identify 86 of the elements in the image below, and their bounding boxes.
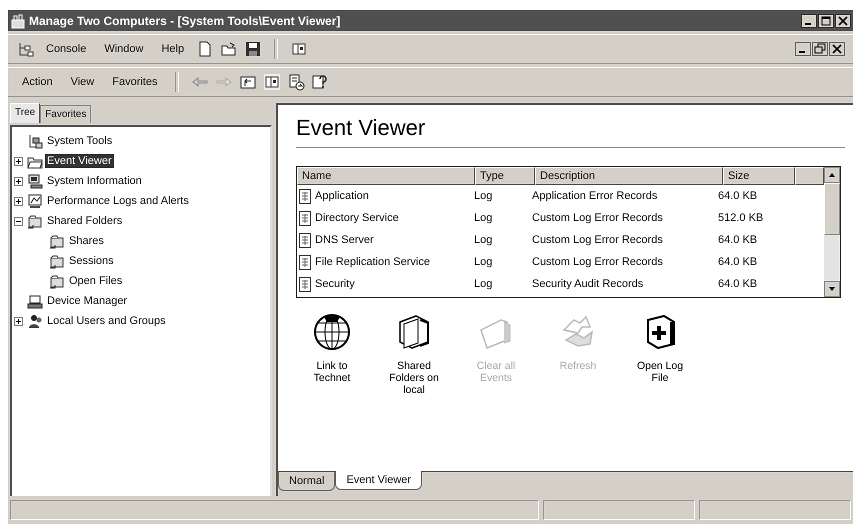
device-icon <box>27 293 43 309</box>
collapse-icon[interactable] <box>14 216 23 226</box>
share-icon <box>49 273 65 289</box>
column-header[interactable]: Name <box>297 167 475 185</box>
menu-item[interactable]: Help <box>155 41 190 57</box>
table-cell: 64.0 KB <box>718 190 758 202</box>
log-file-icon <box>298 254 312 270</box>
tree-item[interactable]: Local Users and Groups <box>45 314 168 328</box>
column-header[interactable]: Size <box>723 167 795 185</box>
tree-item[interactable]: Event Viewer <box>45 154 114 168</box>
table-cell: Log <box>474 190 492 202</box>
minimize-button[interactable] <box>795 42 811 56</box>
tree-item[interactable]: System Tools <box>45 134 114 148</box>
tree-item[interactable]: Shared Folders <box>45 214 124 228</box>
log-file-icon <box>298 232 312 248</box>
table-cell: Directory Service <box>315 212 399 224</box>
task-link: Refresh <box>538 312 618 396</box>
expand-icon[interactable] <box>14 316 23 326</box>
page-heading: Event Viewer <box>296 115 845 148</box>
column-header[interactable]: Type <box>475 167 535 185</box>
open-folder-icon[interactable] <box>220 40 238 58</box>
minimize-button[interactable] <box>801 14 817 28</box>
computer-icon <box>27 173 43 189</box>
column-header <box>795 167 824 185</box>
task-link: Clear all Events <box>456 312 536 396</box>
tree-item[interactable]: Open Files <box>67 274 124 288</box>
table-cell: Log <box>474 212 492 224</box>
scrollbar[interactable] <box>824 167 840 297</box>
save-icon[interactable] <box>244 40 262 58</box>
table-cell: Security Audit Records <box>532 278 644 290</box>
tab[interactable]: Event Viewer <box>335 471 422 490</box>
log-file-icon <box>298 276 312 292</box>
help-icon[interactable] <box>311 73 330 91</box>
tree-item[interactable]: Sessions <box>67 254 116 268</box>
share-icon <box>49 253 65 269</box>
table-cell: Custom Log Error Records <box>532 256 663 268</box>
tree-toggle-icon[interactable] <box>263 73 282 91</box>
tree-item[interactable]: Performance Logs and Alerts <box>45 194 191 208</box>
menu-item[interactable]: Favorites <box>106 74 164 90</box>
users-icon <box>27 313 43 329</box>
close-button[interactable] <box>829 42 845 56</box>
table-cell: DNS Server <box>315 234 374 246</box>
share-icon <box>49 233 65 249</box>
log-file-icon <box>298 210 312 226</box>
menu-item[interactable]: Console <box>40 41 92 57</box>
menu-item[interactable]: Action <box>16 74 59 90</box>
scroll-thumb[interactable] <box>824 183 840 235</box>
table-cell: 512.0 KB <box>718 212 764 224</box>
tools-icon <box>27 133 43 149</box>
expand-icon[interactable] <box>14 156 23 166</box>
table-cell: Custom Log Error Records <box>532 212 663 224</box>
tab[interactable]: Tree <box>10 103 40 123</box>
share-icon <box>27 213 43 229</box>
table-cell: 64.0 KB <box>718 234 758 246</box>
expand-icon[interactable] <box>14 176 23 186</box>
window-title: Manage Two Computers - [System Tools\Event Viewer] <box>29 14 342 28</box>
close-button[interactable] <box>835 14 851 28</box>
tree-item[interactable]: Device Manager <box>45 294 130 308</box>
app-icon <box>10 12 26 28</box>
table-cell: Security <box>315 278 355 290</box>
task-link[interactable]: Link to Technet <box>292 312 372 396</box>
table-cell: 64.0 KB <box>718 278 758 290</box>
table-cell: Custom Log Error Records <box>532 234 663 246</box>
log-file-icon <box>298 188 312 204</box>
table-cell: Application Error Records <box>532 190 658 202</box>
tab[interactable]: Favorites <box>40 105 92 123</box>
table-cell: Log <box>474 234 492 246</box>
restore-button[interactable] <box>812 42 828 56</box>
expand-icon[interactable] <box>14 196 23 206</box>
table-cell: Application <box>315 190 369 202</box>
tab[interactable]: Normal <box>278 472 336 491</box>
menu-item[interactable]: View <box>64 74 100 90</box>
globe-icon <box>312 312 352 352</box>
table-cell: Log <box>474 256 492 268</box>
export-list-icon[interactable] <box>287 73 306 91</box>
tree-item[interactable]: Shares <box>67 234 106 248</box>
maximize-button[interactable] <box>818 14 834 28</box>
menu-item[interactable]: Window <box>98 41 150 57</box>
task-link[interactable]: Shared Folders on local <box>374 312 454 396</box>
column-header[interactable]: Description <box>535 167 723 185</box>
monitor-icon <box>27 193 43 209</box>
tree-item[interactable]: System Information <box>45 174 144 188</box>
table-cell: File Replication Service <box>315 256 430 268</box>
table-cell: Log <box>474 278 492 290</box>
task-link[interactable]: Open Log File <box>620 312 700 396</box>
table-cell: 64.0 KB <box>718 256 758 268</box>
